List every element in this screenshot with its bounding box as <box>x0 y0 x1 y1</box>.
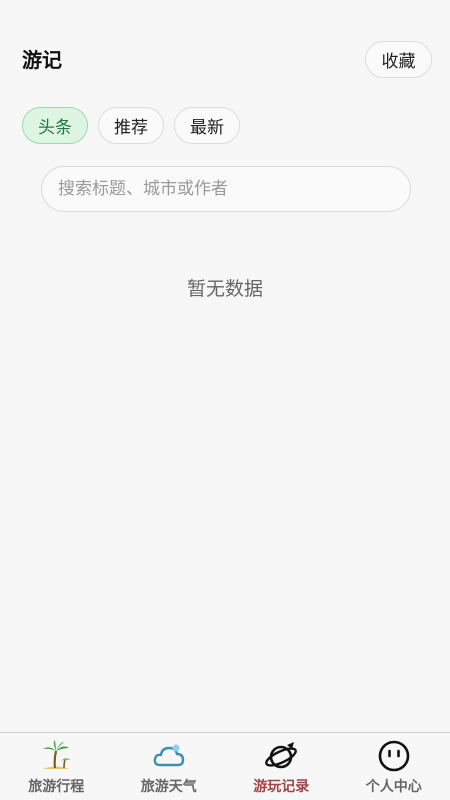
page-title: 游记 <box>22 48 62 72</box>
nav-item-play-records[interactable]: 游玩记录 <box>225 733 338 800</box>
palm-tree-icon <box>43 740 71 769</box>
empty-state-text: 暂无数据 <box>186 278 263 300</box>
category-tabs: 头条 推荐 最新 <box>22 107 240 144</box>
nav-item-travel-weather[interactable]: 旅游天气 <box>113 733 226 800</box>
nav-label: 旅游行程 <box>28 779 85 795</box>
cloud-icon <box>153 744 184 767</box>
nav-label: 旅游天气 <box>140 779 197 795</box>
tab-latest[interactable]: 最新 <box>174 107 240 144</box>
nav-label: 个人中心 <box>365 779 422 795</box>
smiley-icon <box>378 740 410 772</box>
nav-item-travel-itinerary[interactable]: 旅游行程 <box>0 733 113 800</box>
planet-icon <box>265 742 298 769</box>
tab-headlines[interactable]: 头条 <box>22 107 88 144</box>
nav-label: 游玩记录 <box>253 779 310 795</box>
nav-item-personal-center[interactable]: 个人中心 <box>338 733 450 800</box>
tab-recommended[interactable]: 推荐 <box>98 107 164 144</box>
bottom-tab-bar: 旅游行程 旅游天气 游玩记录 个人中心 <box>0 732 450 800</box>
search-box[interactable] <box>41 166 411 212</box>
favorites-button[interactable]: 收藏 <box>365 41 432 78</box>
search-input[interactable] <box>58 179 410 199</box>
